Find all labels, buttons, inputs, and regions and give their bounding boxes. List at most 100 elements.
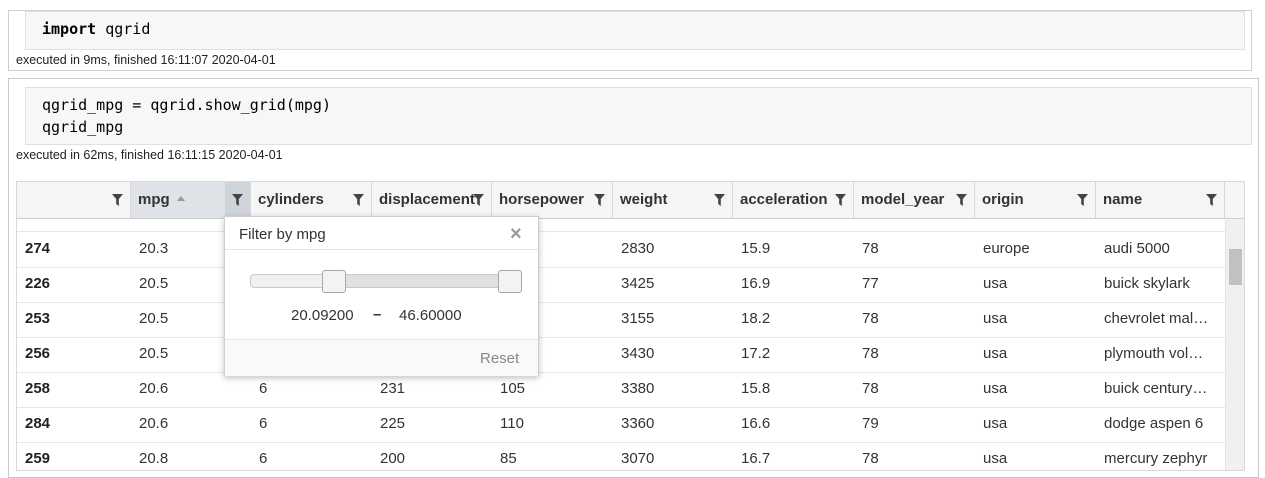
cell-name: plymouth vol… — [1104, 345, 1204, 362]
execution-info: executed in 9ms, finished 16:11:07 2020-… — [16, 53, 276, 67]
range-slider-selection — [334, 275, 511, 287]
cell-displacement: 231 — [380, 380, 406, 397]
table-row-partial[interactable]: 20.2326515.278usaamc concord… — [17, 219, 1225, 232]
code-text: qgrid — [96, 20, 151, 38]
column-header-label: origin — [982, 191, 1024, 208]
cell-weight: 3425 — [621, 275, 655, 292]
cell-origin: usa — [983, 415, 1008, 432]
table-row[interactable]: 25320.5620095315518.278usachevrolet mal… — [17, 302, 1225, 338]
row-index-cell: 226 — [25, 275, 51, 292]
column-header-label: acceleration — [740, 191, 828, 208]
cell-name: dodge aspen 6 — [1104, 415, 1204, 432]
filter-button-weight[interactable] — [707, 182, 733, 218]
grid-body[interactable]: 20.2326515.278usaamc concord…27420.35131… — [17, 219, 1225, 470]
filter-button-index[interactable] — [105, 182, 131, 218]
vertical-scrollbar[interactable] — [1225, 219, 1244, 470]
sort-ascending-icon — [176, 195, 185, 201]
code-keyword: import — [42, 20, 97, 38]
filter-button-name[interactable] — [1199, 182, 1225, 218]
cell-horsepower: 105 — [500, 380, 526, 397]
table-row[interactable]: 27420.35131103283015.978europeaudi 5000 — [17, 232, 1225, 268]
close-icon[interactable]: × — [510, 224, 522, 244]
filter-popup[interactable]: Filter by mpg × 20.09200 – 46.60000 Rese… — [224, 216, 539, 376]
filter-funnel-icon — [353, 194, 364, 206]
filter-funnel-icon — [956, 194, 967, 206]
filter-funnel-icon — [835, 194, 846, 206]
cell-origin: usa — [983, 310, 1008, 327]
column-header-label: displacement — [379, 191, 475, 208]
cell-cylinders: 6 — [259, 415, 268, 432]
code-line: qgrid_mpg = qgrid.show_grid(mpg) — [42, 94, 1251, 116]
range-slider-min-handle[interactable] — [321, 270, 346, 293]
cell-model_year: 78 — [862, 310, 879, 327]
cell-cylinders: 6 — [259, 450, 268, 467]
range-max-value: 46.60000 — [399, 307, 462, 324]
filter-button-origin[interactable] — [1070, 182, 1096, 218]
filter-button-model_year[interactable] — [949, 182, 975, 218]
code-input[interactable]: qgrid_mpg = qgrid.show_grid(mpg) qgrid_m… — [25, 87, 1252, 145]
filter-funnel-icon — [1206, 194, 1217, 206]
range-slider-max-handle[interactable] — [498, 270, 522, 293]
row-index-cell: 253 — [25, 310, 51, 327]
cell-displacement: 200 — [380, 450, 406, 467]
filter-funnel-icon — [112, 194, 123, 206]
execution-info: executed in 62ms, finished 16:11:15 2020… — [16, 148, 283, 162]
column-header-label: horsepower — [499, 191, 585, 208]
cell-weight: 3360 — [621, 415, 655, 432]
row-index-cell: 259 — [25, 450, 51, 467]
code-text: qgrid_mpg — [42, 118, 124, 136]
row-index-cell: 256 — [25, 345, 51, 362]
cell-origin: usa — [983, 380, 1008, 397]
filter-funnel-icon — [473, 194, 484, 206]
table-row[interactable]: 284 20.6 6 225 110 3360 16.6 79 usa dodge aspen 6 — [17, 407, 1225, 443]
cell-acceleration: 16.9 — [741, 275, 771, 292]
cell-acceleration: 16.7 — [741, 450, 771, 467]
cell-model_year: 77 — [862, 275, 879, 292]
cell-acceleration: 18.2 — [741, 310, 771, 327]
range-slider-track[interactable] — [250, 274, 522, 288]
cell-weight: 3070 — [621, 450, 655, 467]
filter-button-horsepower[interactable] — [587, 182, 613, 218]
cell-displacement: 225 — [380, 415, 406, 432]
cell-weight: 3265 — [621, 219, 729, 230]
cell-acceleration: 15.8 — [741, 380, 771, 397]
column-header-label: weight — [620, 191, 668, 208]
cell-cylinders: 6 — [259, 380, 268, 397]
cell-acceleration: 17.2 — [741, 345, 771, 362]
cell-origin: europe — [983, 240, 1030, 257]
row-index-cell: 258 — [25, 380, 51, 397]
filter-popup-title: Filter by mpg — [239, 226, 326, 243]
cell-horsepower: 110 — [500, 415, 524, 432]
cell-weight: 3430 — [621, 345, 655, 362]
cell-mpg: 20.6 — [139, 415, 169, 432]
column-header-label: mpg — [138, 191, 170, 208]
row-index-cell: 274 — [25, 240, 51, 257]
code-input[interactable]: import qgrid — [25, 11, 1245, 50]
filter-funnel-icon — [232, 194, 243, 206]
code-line: qgrid_mpg — [42, 116, 1251, 138]
filter-button-cylinders[interactable] — [346, 182, 372, 218]
code-text: qgrid_mpg = qgrid.show_grid(mpg) — [42, 96, 331, 114]
table-row[interactable]: 22620.56231105342516.977usabuick skylark — [17, 267, 1225, 303]
table-row[interactable]: 25620.56225100343017.278usaplymouth vol… — [17, 337, 1225, 373]
row-index-cell: 284 — [25, 415, 51, 432]
code-cell-import[interactable]: import qgrid executed in 9ms, finished 1… — [8, 10, 1252, 71]
cell-acceleration: 15.2 — [741, 219, 850, 230]
filter-button-mpg[interactable] — [225, 182, 251, 218]
cell-mpg: 20.8 — [139, 450, 169, 467]
cell-model_year: 78 — [862, 380, 879, 397]
range-separator: – — [373, 306, 382, 323]
column-header-label: model_year — [861, 191, 945, 208]
filter-button-acceleration[interactable] — [828, 182, 854, 218]
qgrid-table[interactable]: mpg cylinders displacement horsepower weight… — [16, 181, 1245, 471]
table-row[interactable]: 259 20.8 6 200 85 3070 16.7 78 usa mercury zephyr — [17, 442, 1225, 470]
cell-name: buick century… — [1104, 380, 1208, 397]
cell-origin: usa — [983, 345, 1008, 362]
popup-divider — [225, 249, 538, 250]
filter-button-displacement[interactable] — [466, 182, 492, 218]
cell-model_year: 78 — [862, 219, 971, 230]
scrollbar-thumb[interactable] — [1229, 249, 1242, 285]
table-row[interactable]: 258 20.6 6 231 105 3380 15.8 78 usa buick century… — [17, 372, 1225, 408]
cell-mpg: 20.6 — [139, 380, 169, 397]
reset-button[interactable]: Reset — [480, 350, 519, 367]
